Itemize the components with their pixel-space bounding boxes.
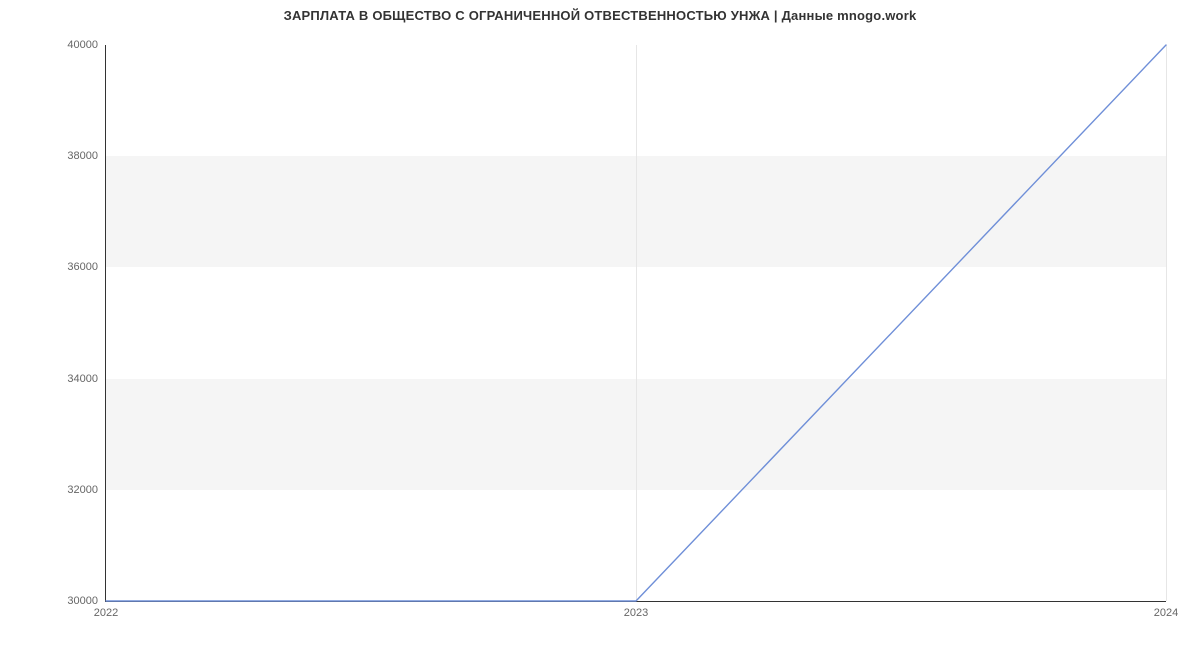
series-line	[106, 45, 1166, 601]
y-tick-label: 30000	[67, 595, 98, 607]
y-tick-label: 40000	[67, 39, 98, 51]
plot-area: 30000 32000 34000 36000 38000 40000 2022…	[105, 45, 1166, 602]
chart-title: ЗАРПЛАТА В ОБЩЕСТВО С ОГРАНИЧЕННОЙ ОТВЕС…	[0, 8, 1200, 23]
x-tick-label: 2022	[94, 607, 118, 619]
x-tick-label: 2023	[624, 607, 648, 619]
salary-chart: ЗАРПЛАТА В ОБЩЕСТВО С ОГРАНИЧЕННОЙ ОТВЕС…	[0, 0, 1200, 650]
grid-line-vertical	[1166, 45, 1167, 601]
y-tick-label: 32000	[67, 484, 98, 496]
y-tick-label: 34000	[67, 373, 98, 385]
x-tick-label: 2024	[1154, 607, 1178, 619]
y-tick-label: 38000	[67, 150, 98, 162]
y-tick-label: 36000	[67, 261, 98, 273]
